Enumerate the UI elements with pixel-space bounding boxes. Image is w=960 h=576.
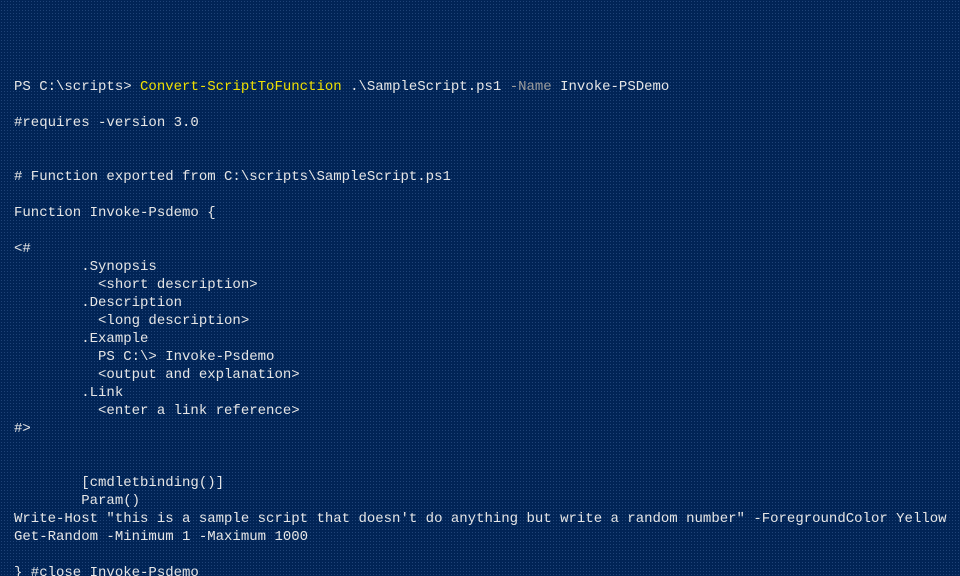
powershell-terminal[interactable]: PS C:\scripts> Convert-ScriptToFunction …: [0, 72, 960, 576]
output-line: .Synopsis: [14, 259, 157, 275]
output-line: <short description>: [14, 277, 258, 293]
command-arg-path: .\SampleScript.ps1: [342, 79, 510, 95]
output-line: } #close Invoke-Psdemo: [14, 565, 199, 576]
output-line: PS C:\> Invoke-Psdemo: [14, 349, 274, 365]
output-line: <output and explanation>: [14, 367, 300, 383]
output-line: Param(): [14, 493, 140, 509]
output-line: Get-Random -Minimum 1 -Maximum 1000: [14, 529, 308, 545]
output-line: <enter a link reference>: [14, 403, 300, 419]
command-cmdlet: Convert-ScriptToFunction: [140, 79, 342, 95]
command-value-name: Invoke-PSDemo: [552, 79, 670, 95]
output-line: Function Invoke-Psdemo {: [14, 205, 216, 221]
output-line: .Description: [14, 295, 182, 311]
output-line: #>: [14, 421, 31, 437]
command-param-name: -Name: [510, 79, 552, 95]
output-line: .Link: [14, 385, 123, 401]
prompt: PS C:\scripts>: [14, 79, 140, 95]
output-line: # Function exported from C:\scripts\Samp…: [14, 169, 451, 185]
output-line: #requires -version 3.0: [14, 115, 199, 131]
output-line: <#: [14, 241, 31, 257]
output-line: Write-Host "this is a sample script that…: [14, 511, 947, 527]
output-line: <long description>: [14, 313, 249, 329]
output-line: [cmdletbinding()]: [14, 475, 224, 491]
output-line: .Example: [14, 331, 148, 347]
